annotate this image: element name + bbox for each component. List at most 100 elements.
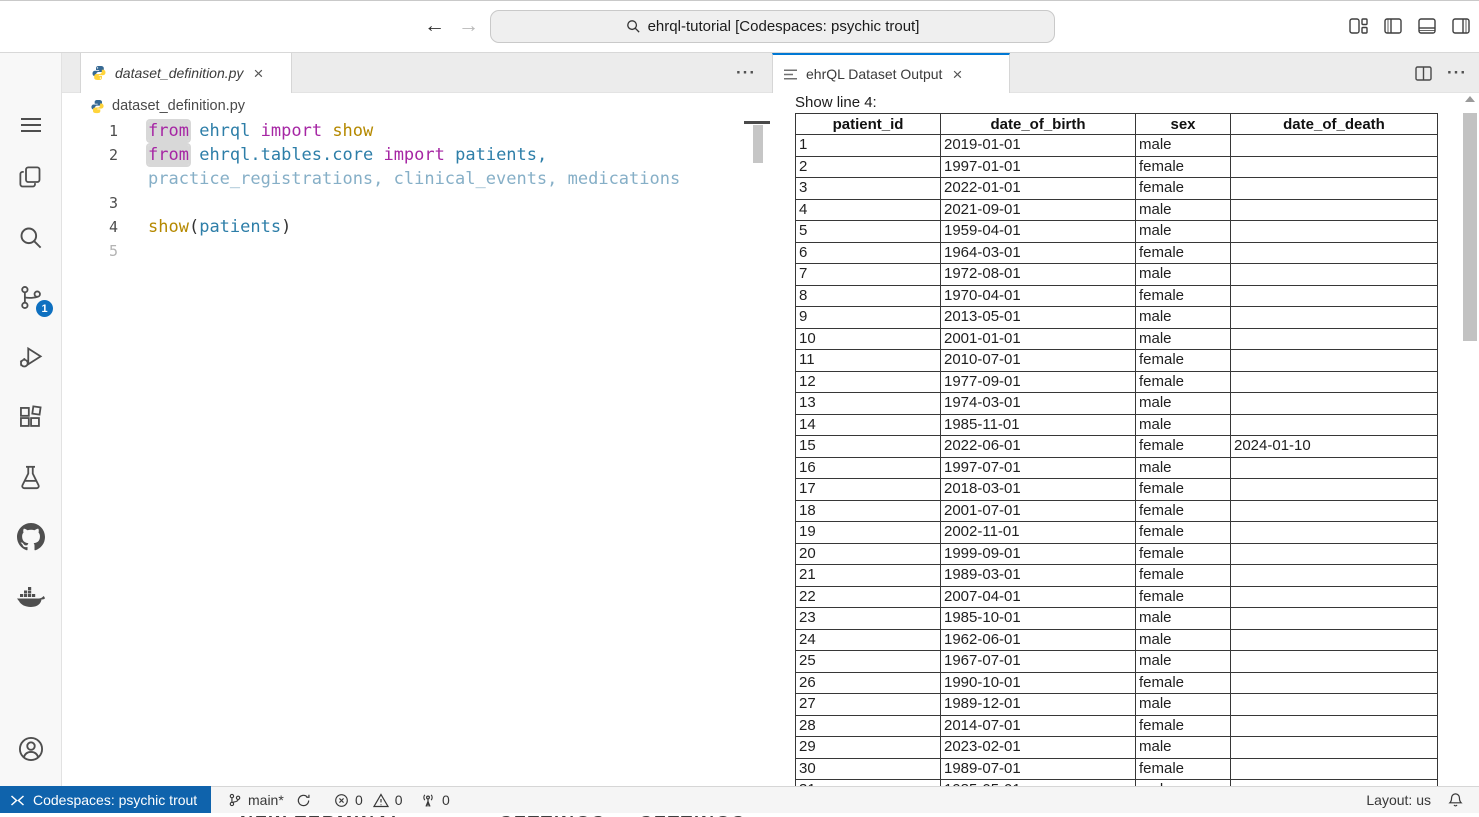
table-cell: 1990-10-01 (941, 672, 1136, 694)
tab-dataset-definition[interactable]: dataset_definition.py × (80, 53, 292, 93)
editor-actions: ··· (736, 53, 756, 93)
tab-label: ehrQL Dataset Output (806, 66, 942, 82)
table-cell: female (1136, 522, 1231, 544)
scrollbar-up-arrow[interactable] (1465, 96, 1475, 102)
menu-hamburger-icon[interactable] (0, 101, 61, 149)
table-cell: 2018-03-01 (941, 479, 1136, 501)
activity-bar: 1 (0, 53, 62, 786)
line-number: 2 (62, 143, 118, 167)
table-cell: 29 (796, 737, 941, 759)
close-tab-icon[interactable]: × (251, 65, 265, 82)
tab-ehrql-output[interactable]: ehrQL Dataset Output × (772, 53, 1010, 93)
branch-label: main* (248, 792, 284, 808)
notifications[interactable] (1448, 787, 1463, 813)
output-scrollbar[interactable] (1463, 93, 1477, 786)
table-cell: female (1136, 672, 1231, 694)
table-cell: 26 (796, 672, 941, 694)
testing-flask-icon[interactable] (0, 453, 61, 501)
table-cell: male (1136, 199, 1231, 221)
more-actions-icon[interactable]: ··· (1447, 63, 1467, 83)
forward-arrow-icon[interactable]: → (458, 12, 479, 40)
table-cell: 1977-09-01 (941, 371, 1136, 393)
more-actions-icon[interactable]: ··· (736, 63, 756, 83)
table-cell: 2019-01-01 (941, 135, 1136, 157)
table-row: 301989-07-01female (796, 758, 1438, 780)
toggle-secondary-sidebar-icon[interactable] (1452, 18, 1470, 34)
docker-icon[interactable] (0, 573, 61, 621)
table-row: 32022-01-01female (796, 178, 1438, 200)
table-cell (1231, 135, 1438, 157)
table-cell: 1989-03-01 (941, 565, 1136, 587)
toggle-primary-sidebar-icon[interactable] (1384, 18, 1402, 34)
line-number: 1 (62, 119, 118, 143)
run-debug-icon[interactable] (0, 333, 61, 381)
git-branch-icon (228, 792, 242, 808)
table-cell: 1985-11-01 (941, 414, 1136, 436)
table-cell: male (1136, 221, 1231, 243)
source-control-icon[interactable]: 1 (0, 273, 61, 321)
remote-label: Codespaces: psychic trout (33, 792, 197, 808)
table-cell: 22 (796, 586, 941, 608)
sync-icon[interactable] (296, 793, 311, 808)
table-cell: female (1136, 436, 1231, 458)
customize-layout-icon[interactable] (1349, 18, 1368, 34)
explorer-icon[interactable] (0, 153, 61, 201)
table-cell: 9 (796, 307, 941, 329)
line-number: 5 (62, 239, 118, 263)
table-cell: male (1136, 393, 1231, 415)
table-cell: female (1136, 479, 1231, 501)
table-cell: female (1136, 371, 1231, 393)
table-cell: 21 (796, 565, 941, 587)
table-row: 121977-09-01female (796, 371, 1438, 393)
table-row: 102001-01-01male (796, 328, 1438, 350)
code-editor[interactable]: 1from ehrql import show2from ehrql.table… (62, 119, 770, 786)
scrollbar-thumb[interactable] (1463, 113, 1477, 341)
table-cell: 1974-03-01 (941, 393, 1136, 415)
table-row: 211989-03-01female (796, 565, 1438, 587)
command-center-search[interactable]: ehrql-tutorial [Codespaces: psychic trou… (490, 10, 1055, 43)
account-icon[interactable] (0, 725, 61, 773)
table-cell: 24 (796, 629, 941, 651)
table-cell: male (1136, 414, 1231, 436)
back-arrow-icon[interactable]: ← (424, 12, 445, 40)
table-cell: 2010-07-01 (941, 350, 1136, 372)
branch-status[interactable]: main* (228, 787, 311, 813)
search-sidebar-icon[interactable] (0, 213, 61, 261)
toggle-panel-icon[interactable] (1418, 18, 1436, 34)
layout-indicator[interactable]: Layout: us (1366, 787, 1431, 813)
table-cell: female (1136, 543, 1231, 565)
table-row: 61964-03-01female (796, 242, 1438, 264)
editor-group: dataset_definition.py × ··· dataset_defi… (62, 53, 770, 786)
table-cell: 13 (796, 393, 941, 415)
layout-label: Layout: us (1366, 792, 1431, 808)
search-label: ehrql-tutorial [Codespaces: psychic trou… (648, 18, 920, 35)
split-editor-icon[interactable] (1415, 66, 1432, 81)
table-cell: 14 (796, 414, 941, 436)
ports-status[interactable]: 0 (420, 787, 450, 813)
table-cell: female (1136, 156, 1231, 178)
table-cell: 2013-05-01 (941, 307, 1136, 329)
table-cell: 1999-09-01 (941, 543, 1136, 565)
table-cell: 2021-09-01 (941, 199, 1136, 221)
github-icon[interactable] (0, 513, 61, 561)
table-cell: 23 (796, 608, 941, 630)
radio-tower-icon (420, 793, 436, 808)
table-row: 192002-11-01female (796, 522, 1438, 544)
table-cell: 2 (796, 156, 941, 178)
table-cell: male (1136, 651, 1231, 673)
table-cell: 1989-12-01 (941, 694, 1136, 716)
table-cell: 27 (796, 694, 941, 716)
code-line: 5 (62, 239, 770, 263)
editor-scrollbar[interactable] (753, 125, 763, 163)
breadcrumb[interactable]: dataset_definition.py (62, 93, 770, 119)
extensions-icon[interactable] (0, 393, 61, 441)
close-tab-icon[interactable]: × (950, 66, 964, 83)
problems-status[interactable]: 0 0 (334, 787, 403, 813)
output-actions: ··· (1415, 53, 1467, 93)
remote-indicator[interactable]: Codespaces: psychic trout (0, 786, 211, 814)
table-row: 182001-07-01female (796, 500, 1438, 522)
table-cell: female (1136, 758, 1231, 780)
table-cell: 8 (796, 285, 941, 307)
table-cell (1231, 285, 1438, 307)
table-row: 81970-04-01female (796, 285, 1438, 307)
